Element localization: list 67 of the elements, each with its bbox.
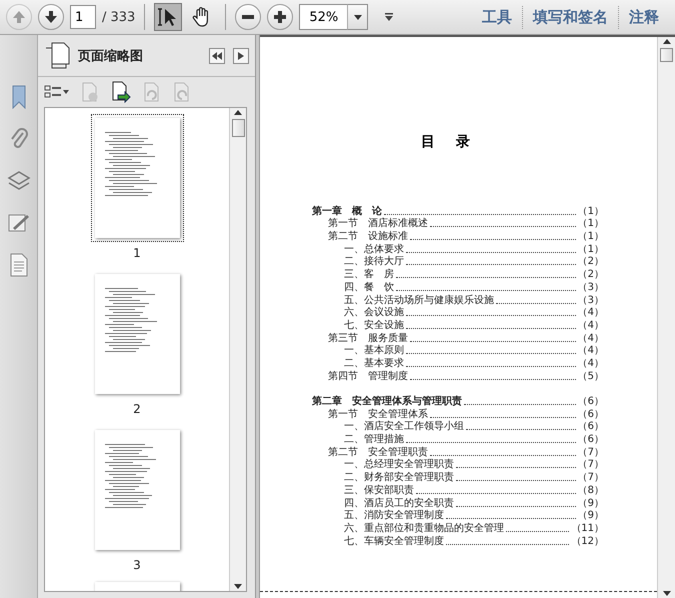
scroll-up-icon <box>662 39 670 44</box>
scroll-down-icon <box>234 584 242 589</box>
caret-icon <box>354 14 362 20</box>
down-arrow-icon <box>44 10 58 24</box>
scroll-thumb[interactable] <box>232 119 244 137</box>
zoom-in-button[interactable] <box>267 4 294 30</box>
scroll-up-icon <box>234 110 242 115</box>
toc-entry: 五、公共活动场所与健康娱乐设施 （3） <box>343 294 604 306</box>
panel-title: 页面缩略图 <box>78 48 144 64</box>
toc-entry: 一、总体要求 （1） <box>343 243 604 256</box>
toc-entry: 七、车辆安全管理制度 （12） <box>343 534 604 548</box>
toc-entry: 三、保安部职责 （8） <box>343 484 604 497</box>
paperclip-icon <box>8 127 28 151</box>
page-number-field[interactable]: 1 <box>70 5 96 29</box>
toc-entry: 二、财务部安全管理职责 （7） <box>343 471 604 484</box>
expand-button[interactable] <box>233 48 249 64</box>
toc-entry: 第二节 安全管理职责 （7） <box>327 446 604 458</box>
document-scrollbar[interactable] <box>657 37 675 598</box>
toc-entry: 三、客 房 （2） <box>343 268 604 282</box>
scroll-thumb[interactable] <box>660 48 673 62</box>
toolbar-link[interactable]: 注释 <box>618 6 669 28</box>
toc-entry: 第一节 安全管理体系 （6） <box>327 408 604 420</box>
up-arrow-icon <box>12 10 26 24</box>
pen-icon <box>6 212 30 234</box>
scrollbar[interactable] <box>229 108 246 591</box>
next-page-button[interactable] <box>38 4 64 30</box>
toc-entry: 二、管理措施 （6） <box>343 433 604 446</box>
toc-entry: 第三节 服务质量 （4） <box>327 332 604 344</box>
toc-entry: 一、酒店安全工作领导小组 （6） <box>343 420 604 434</box>
scroll-down-icon <box>662 591 670 596</box>
toolbar-link[interactable]: 工具 <box>472 6 522 28</box>
plus-icon <box>273 10 288 24</box>
toc-entry: 四、餐 饮 （3） <box>343 281 604 294</box>
more-tools-icon[interactable] <box>384 12 394 22</box>
toolbar-link[interactable]: 填写和签名 <box>522 6 618 28</box>
page-count: / 333 <box>102 10 136 24</box>
toc-entry: 七、安全设施 （4） <box>343 319 604 332</box>
zoom-field[interactable]: 52% <box>299 4 348 30</box>
select-tool-button[interactable] <box>154 3 182 31</box>
pages-icon <box>44 42 70 70</box>
toc-entry: 一、基本原则 （4） <box>343 344 604 358</box>
toc-entry: 二、接待大厅 （2） <box>343 256 604 268</box>
toc-entry: 第二节 设施标准 （1） <box>327 230 604 244</box>
thumbnail-page-number: 2 <box>133 402 141 416</box>
toc-entry: 第二章 安全管理体系与管理职责 （6） <box>312 395 604 408</box>
toc-entry: 第一章 概 论 （1） <box>312 205 604 218</box>
toc-entry: 四、酒店员工的安全职责 （9） <box>343 496 604 510</box>
toc-entry: 一、总经理安全管理职责 （7） <box>343 458 604 472</box>
options-menu-icon[interactable] <box>44 84 70 100</box>
toc-entry: 第四节 管理制度 （5） <box>327 370 604 383</box>
toc-entry: 六、会议设施 （4） <box>343 306 604 320</box>
document-title: 目 录 <box>420 133 479 151</box>
double-left-arrow-icon <box>212 52 222 60</box>
bookmark-icon <box>10 85 26 109</box>
thumbnail-page-number: 1 <box>133 246 141 260</box>
toc-entry: 六、重点部位和贵重物品的安全管理 （11） <box>343 522 604 535</box>
toc-entry: 第一节 酒店标准概述 （1） <box>327 218 604 230</box>
zoom-out-button[interactable] <box>235 4 262 30</box>
collapse-button[interactable] <box>209 48 225 64</box>
thumbnail-page-number: 3 <box>133 558 141 572</box>
insert-page-icon[interactable] <box>110 81 132 103</box>
zoom-dropdown-button[interactable] <box>347 4 368 30</box>
toc-entry: 五、消防安全管理制度 （9） <box>343 510 604 522</box>
layers-icon <box>6 170 30 192</box>
document-icon <box>10 253 28 277</box>
right-arrow-icon <box>238 52 244 60</box>
toc-entry: 二、基本要求 （4） <box>343 357 604 370</box>
